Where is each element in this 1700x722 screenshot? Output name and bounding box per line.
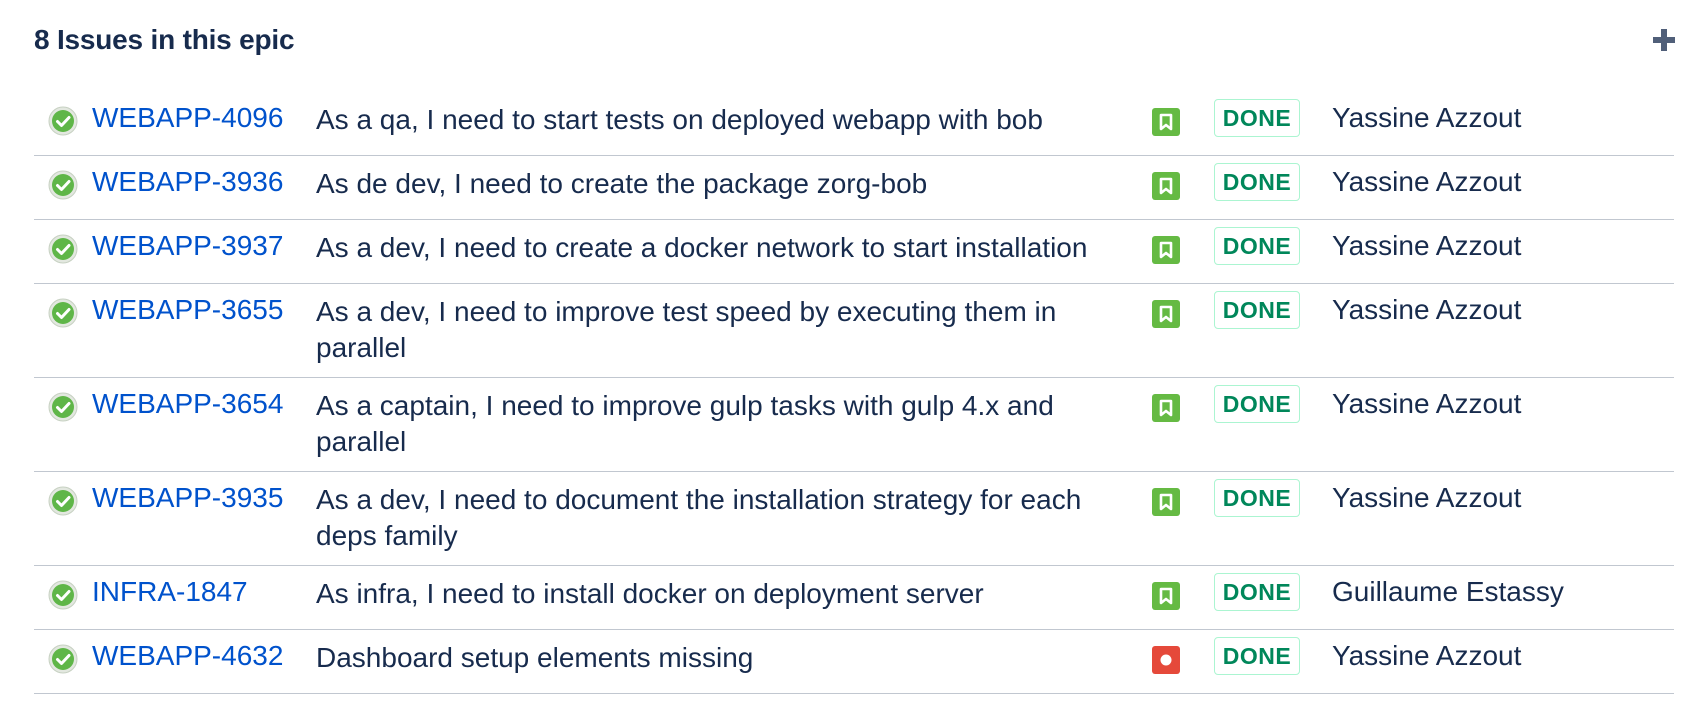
status-badge: DONE xyxy=(1214,291,1300,329)
add-issue-button[interactable] xyxy=(1650,26,1678,54)
resolved-check-icon xyxy=(48,170,78,200)
bookmark-icon xyxy=(1152,300,1180,328)
issue-key-link[interactable]: INFRA-1847 xyxy=(92,576,248,608)
issue-row[interactable]: WEBAPP-3654 As a captain, I need to impr… xyxy=(34,378,1674,472)
issue-summary[interactable]: As a dev, I need to document the install… xyxy=(316,482,1141,554)
issue-summary[interactable]: As a qa, I need to start tests on deploy… xyxy=(316,102,1141,138)
bookmark-icon xyxy=(1152,394,1180,422)
bug-icon xyxy=(1152,646,1180,674)
assignee-name: Yassine Azzout xyxy=(1332,388,1522,419)
issue-row[interactable]: INFRA-1847 As infra, I need to install d… xyxy=(34,566,1674,630)
assignee-name: Yassine Azzout xyxy=(1332,294,1522,325)
bookmark-icon xyxy=(1152,582,1180,610)
resolved-check-icon xyxy=(48,234,78,264)
status-badge: DONE xyxy=(1214,637,1300,675)
issue-row[interactable]: WEBAPP-4096 As a qa, I need to start tes… xyxy=(34,92,1674,156)
bookmark-icon xyxy=(1152,488,1180,516)
issue-summary[interactable]: As infra, I need to install docker on de… xyxy=(316,576,1141,612)
issue-key-link[interactable]: WEBAPP-3654 xyxy=(92,388,283,420)
status-badge: DONE xyxy=(1214,479,1300,517)
panel-title: 8 Issues in this epic xyxy=(34,24,295,55)
issue-summary[interactable]: Dashboard setup elements missing xyxy=(316,640,1141,676)
resolved-check-icon xyxy=(48,298,78,328)
assignee-name: Yassine Azzout xyxy=(1332,230,1522,261)
assignee-name: Yassine Azzout xyxy=(1332,640,1522,671)
status-badge: DONE xyxy=(1214,385,1300,423)
assignee-name: Yassine Azzout xyxy=(1332,166,1522,197)
assignee-name: Guillaume Estassy xyxy=(1332,576,1564,607)
assignee-name: Yassine Azzout xyxy=(1332,102,1522,133)
status-badge: DONE xyxy=(1214,227,1300,265)
status-badge: DONE xyxy=(1214,99,1300,137)
resolved-check-icon xyxy=(48,392,78,422)
issue-summary[interactable]: As a captain, I need to improve gulp tas… xyxy=(316,388,1141,460)
resolved-check-icon xyxy=(48,580,78,610)
issue-key-link[interactable]: WEBAPP-3655 xyxy=(92,294,283,326)
resolved-check-icon xyxy=(48,106,78,136)
bookmark-icon xyxy=(1152,172,1180,200)
plus-icon xyxy=(1653,29,1675,51)
panel-header: 8 Issues in this epic xyxy=(34,0,1675,84)
status-badge: DONE xyxy=(1214,573,1300,611)
bookmark-icon xyxy=(1152,108,1180,136)
issue-summary[interactable]: As de dev, I need to create the package … xyxy=(316,166,1141,202)
epic-issues-panel: 8 Issues in this epic WEBAPP-4096 As a q… xyxy=(34,0,1675,694)
resolved-check-icon xyxy=(48,486,78,516)
resolved-check-icon xyxy=(48,644,78,674)
issue-key-link[interactable]: WEBAPP-4096 xyxy=(92,102,283,134)
issue-row[interactable]: WEBAPP-4632 Dashboard setup elements mis… xyxy=(34,630,1674,694)
issue-key-link[interactable]: WEBAPP-3937 xyxy=(92,230,283,262)
status-badge: DONE xyxy=(1214,163,1300,201)
issue-list: WEBAPP-4096 As a qa, I need to start tes… xyxy=(34,92,1674,694)
bookmark-icon xyxy=(1152,236,1180,264)
issue-key-link[interactable]: WEBAPP-3936 xyxy=(92,166,283,198)
assignee-name: Yassine Azzout xyxy=(1332,482,1522,513)
issue-row[interactable]: WEBAPP-3935 As a dev, I need to document… xyxy=(34,472,1674,566)
issue-summary[interactable]: As a dev, I need to improve test speed b… xyxy=(316,294,1141,366)
issue-row[interactable]: WEBAPP-3936 As de dev, I need to create … xyxy=(34,156,1674,220)
issue-key-link[interactable]: WEBAPP-4632 xyxy=(92,640,283,672)
issue-row[interactable]: WEBAPP-3655 As a dev, I need to improve … xyxy=(34,284,1674,378)
issue-row[interactable]: WEBAPP-3937 As a dev, I need to create a… xyxy=(34,220,1674,284)
issue-summary[interactable]: As a dev, I need to create a docker netw… xyxy=(316,230,1141,266)
issue-key-link[interactable]: WEBAPP-3935 xyxy=(92,482,283,514)
